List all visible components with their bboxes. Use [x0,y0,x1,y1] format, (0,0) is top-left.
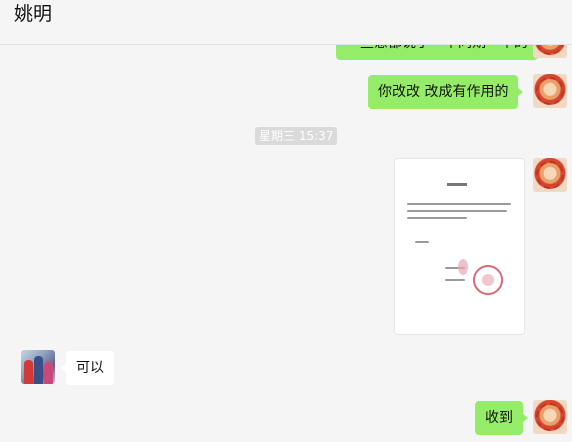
doc-text-line [407,210,507,212]
message-text: 你改改 改成有作用的 [378,84,509,100]
message-bubble[interactable]: 收到 [475,401,528,435]
doc-mark [458,259,468,275]
doc-text-line [445,279,465,281]
doc-text-line [415,241,429,243]
my-avatar[interactable] [533,158,567,192]
message-bubble[interactable]: 可以 [61,351,114,385]
contact-avatar[interactable] [21,350,55,384]
chat-header: 姚明 ··· [0,0,572,45]
message-text: 收到 [485,410,513,426]
doc-title-line [447,183,467,186]
more-options-icon[interactable]: ··· [481,0,494,4]
my-avatar[interactable] [533,400,567,434]
doc-text-line [407,217,467,219]
doc-stamp [473,265,503,295]
doc-text-line [407,203,511,205]
message-bubble[interactable]: 你改改 改成有作用的 [368,75,524,109]
image-message[interactable] [394,158,525,335]
message-list[interactable]: 一些意都说了一个同期一个的 你改改 改成有作用的 星期三 15:37 可以 收到 [0,0,572,442]
timestamp: 星期三 15:37 [255,127,338,145]
chat-title: 姚明 [14,3,53,25]
my-avatar[interactable] [533,74,567,108]
message-text: 可以 [76,360,104,376]
